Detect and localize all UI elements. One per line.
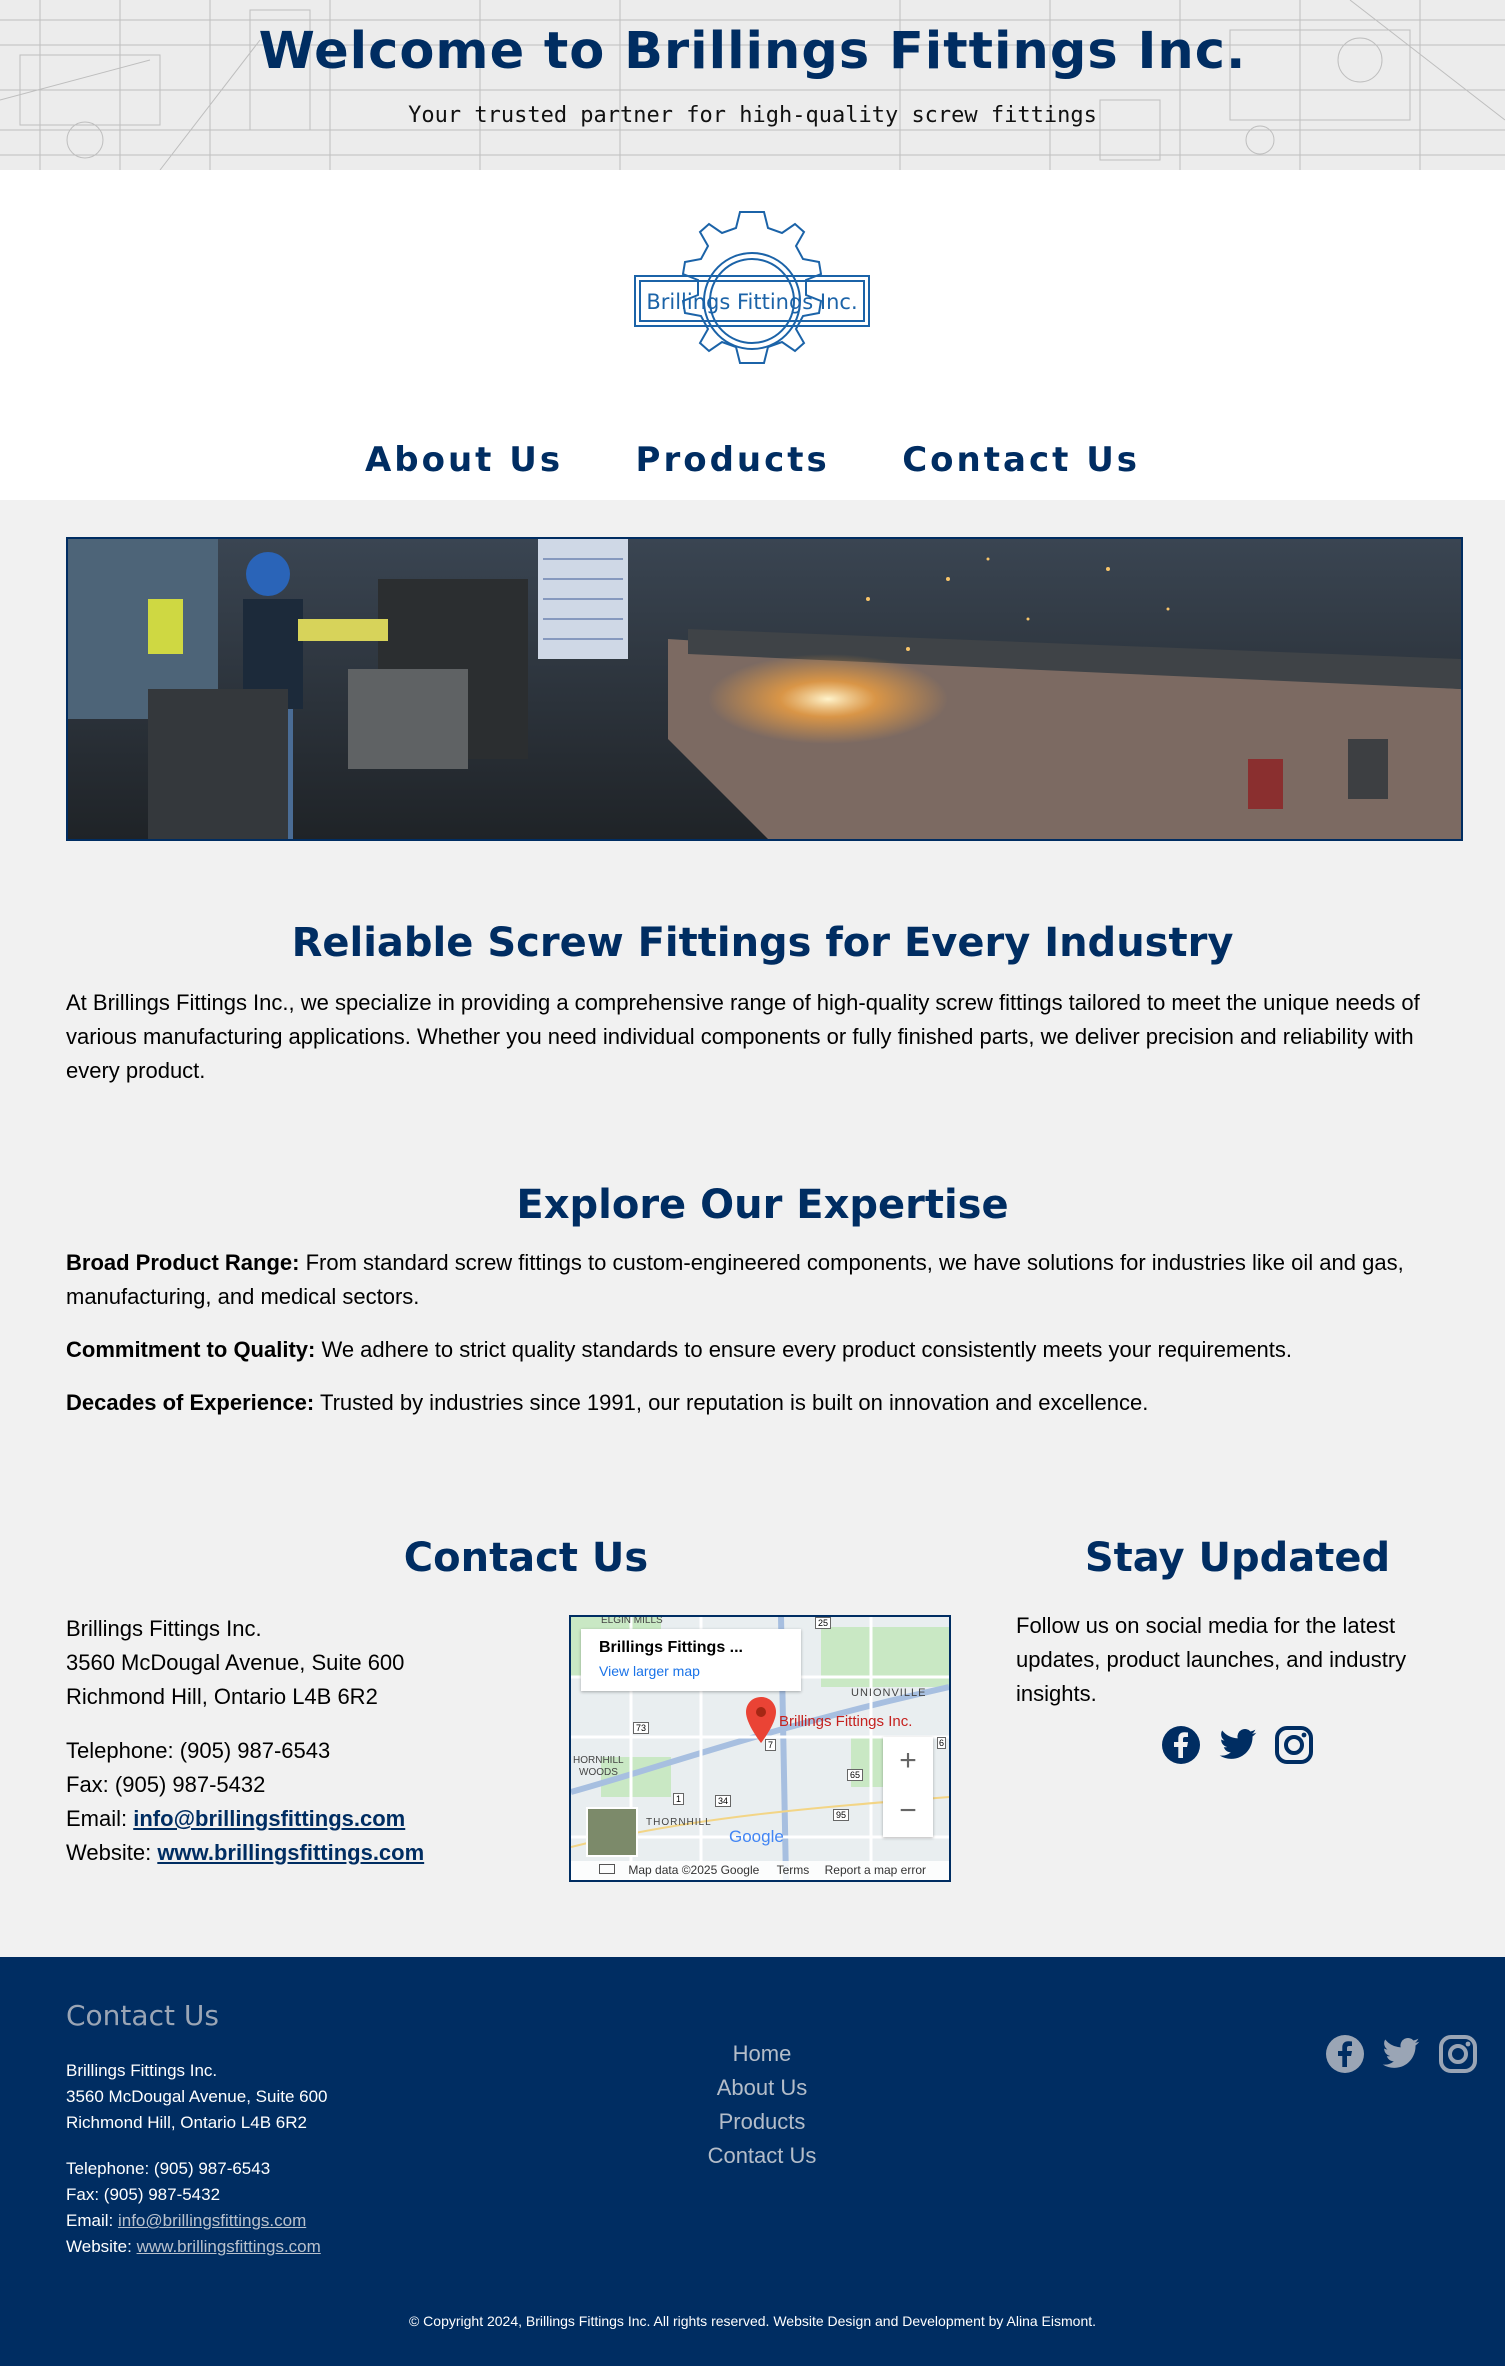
telephone-line: Telephone: (905) 987-6543 [66,1738,331,1763]
email-line: Email: info@brillingsfittings.com [66,1806,406,1831]
google-map[interactable]: Brillings Fittings ... View larger map E… [569,1615,951,1882]
company-name: Brillings Fittings Inc. [66,1616,262,1641]
map-label: ELGIN MILLS [601,1615,663,1626]
footer-nav: Home About Us Products Contact Us [652,2037,872,2173]
intro-section: Reliable Screw Fittings for Every Indust… [66,920,1459,1088]
company-logo[interactable]: Brillings Fittings Inc. [631,210,873,392]
telephone-value: (905) 987-6543 [179,1738,331,1763]
nav-contact-us[interactable]: Contact Us [902,440,1140,480]
map-label: THORNHILL [646,1817,712,1828]
website-line: Website: www.brillingsfittings.com [66,1840,425,1865]
map-report-link[interactable]: Report a map error [825,1863,926,1877]
email-link[interactable]: info@brillingsfittings.com [133,1806,405,1831]
footer-website: Website: www.brillingsfittings.com [66,2237,321,2256]
city-address: Richmond Hill, Ontario L4B 6R2 [66,1684,378,1709]
road-marker: 1 [673,1793,685,1805]
footer-contact: Contact Us Brillings Fittings Inc. 3560 … [66,1999,466,2260]
copyright-text: © Copyright 2024, Brillings Fittings Inc… [408,2313,1097,2329]
road-marker: 34 [715,1795,732,1807]
intro-text: At Brillings Fittings Inc., we specializ… [66,990,1420,1083]
map-satellite-toggle[interactable] [586,1807,638,1857]
road-marker: 65 [847,1769,864,1781]
page-title: Welcome to Brillings Fittings Inc. [258,22,1247,81]
map-pin-icon[interactable] [746,1697,776,1743]
map-data-text: Map data ©2025 Google [628,1863,760,1877]
facebook-icon[interactable] [1325,2034,1365,2079]
zoom-out-button[interactable]: − [883,1787,933,1837]
intro-heading: Reliable Screw Fittings for Every Indust… [291,920,1234,966]
map-label: UNIONVILLE [851,1687,927,1699]
social-links [1016,1725,1459,1770]
expertise-item-label: Broad Product Range: [66,1250,300,1275]
road-marker: 73 [633,1722,650,1734]
footer-contact-heading: Contact Us [66,1999,219,2032]
google-logo: Google [729,1827,784,1846]
footer-email-link[interactable]: info@brillingsfittings.com [118,2211,306,2230]
expertise-heading: Explore Our Expertise [516,1182,1009,1228]
stay-updated-section: Stay Updated Follow us on social media f… [1016,1535,1459,1770]
instagram-icon[interactable] [1438,2034,1478,2079]
tagline: Your trusted partner for high-quality sc… [408,103,1097,128]
footer-nav-home[interactable]: Home [652,2037,872,2071]
expertise-item: Broad Product Range: From standard screw… [66,1246,1459,1314]
footer-nav-about-us[interactable]: About Us [652,2071,872,2105]
expertise-item-label: Commitment to Quality: [66,1337,316,1362]
map-place-title: Brillings Fittings ... [599,1639,743,1656]
fax-value: (905) 987-5432 [114,1772,266,1797]
map-zoom-controls: + − [883,1737,933,1837]
footer-email: Email: info@brillingsfittings.com [66,2211,307,2230]
main-nav: About Us Products Contact Us [0,440,1505,480]
road-marker: 95 [833,1809,850,1821]
footer-city: Richmond Hill, Ontario L4B 6R2 [66,2113,307,2132]
road-marker: 6 [937,1737,947,1749]
footer-social-links [1313,2034,1478,2079]
footer-fax: Fax: (905) 987-5432 [66,2185,221,2204]
keyboard-icon[interactable] [599,1864,615,1874]
fax-line: Fax: (905) 987-5432 [66,1772,266,1797]
instagram-icon[interactable] [1274,1725,1314,1770]
map-label: HORNHILL [573,1755,624,1766]
facebook-icon[interactable] [1161,1725,1201,1770]
contact-address: Brillings Fittings Inc. 3560 McDougal Av… [66,1612,546,1870]
nav-products[interactable]: Products [636,440,830,480]
map-footer: Map data ©2025 Google Terms Report a map… [571,1861,949,1880]
contact-heading: Contact Us [403,1535,649,1581]
footer-company-name: Brillings Fittings Inc. [66,2061,218,2080]
map-label: WOODS [579,1767,618,1778]
expertise-section: Explore Our Expertise Broad Product Rang… [66,1182,1459,1439]
footer-telephone: Telephone: (905) 987-6543 [66,2159,271,2178]
stay-updated-heading: Stay Updated [1084,1535,1391,1581]
nav-about-us[interactable]: About Us [365,440,563,480]
factory-banner-image [66,537,1463,841]
footer-nav-contact-us[interactable]: Contact Us [652,2139,872,2173]
expertise-item: Commitment to Quality: We adhere to stri… [66,1333,1459,1367]
twitter-icon[interactable] [1218,1725,1258,1770]
footer-nav-products[interactable]: Products [652,2105,872,2139]
footer-website-link[interactable]: www.brillingsfittings.com [137,2237,321,2256]
map-info-card: Brillings Fittings ... View larger map [581,1629,801,1691]
site-footer: Contact Us Brillings Fittings Inc. 3560 … [0,1957,1505,2366]
map-pin-label: Brillings Fittings Inc. [779,1713,913,1730]
expertise-item: Decades of Experience: Trusted by indust… [66,1386,1459,1420]
expertise-item-label: Decades of Experience: [66,1390,315,1415]
expertise-item-text: We adhere to strict quality standards to… [315,1337,1292,1362]
logo-text: Brillings Fittings Inc. [646,290,858,314]
hero-header: Welcome to Brillings Fittings Inc. Your … [0,0,1505,170]
footer-street: 3560 McDougal Avenue, Suite 600 [66,2087,328,2106]
twitter-icon[interactable] [1381,2034,1421,2079]
expertise-item-text: Trusted by industries since 1991, our re… [314,1390,1149,1415]
map-terms-link[interactable]: Terms [777,1863,810,1877]
website-link[interactable]: www.brillingsfittings.com [157,1840,424,1865]
view-larger-map-link[interactable]: View larger map [599,1663,801,1679]
road-marker: 25 [815,1617,832,1629]
street-address: 3560 McDougal Avenue, Suite 600 [66,1650,405,1675]
zoom-in-button[interactable]: + [883,1737,933,1787]
stay-updated-text: Follow us on social media for the latest… [1016,1613,1407,1706]
